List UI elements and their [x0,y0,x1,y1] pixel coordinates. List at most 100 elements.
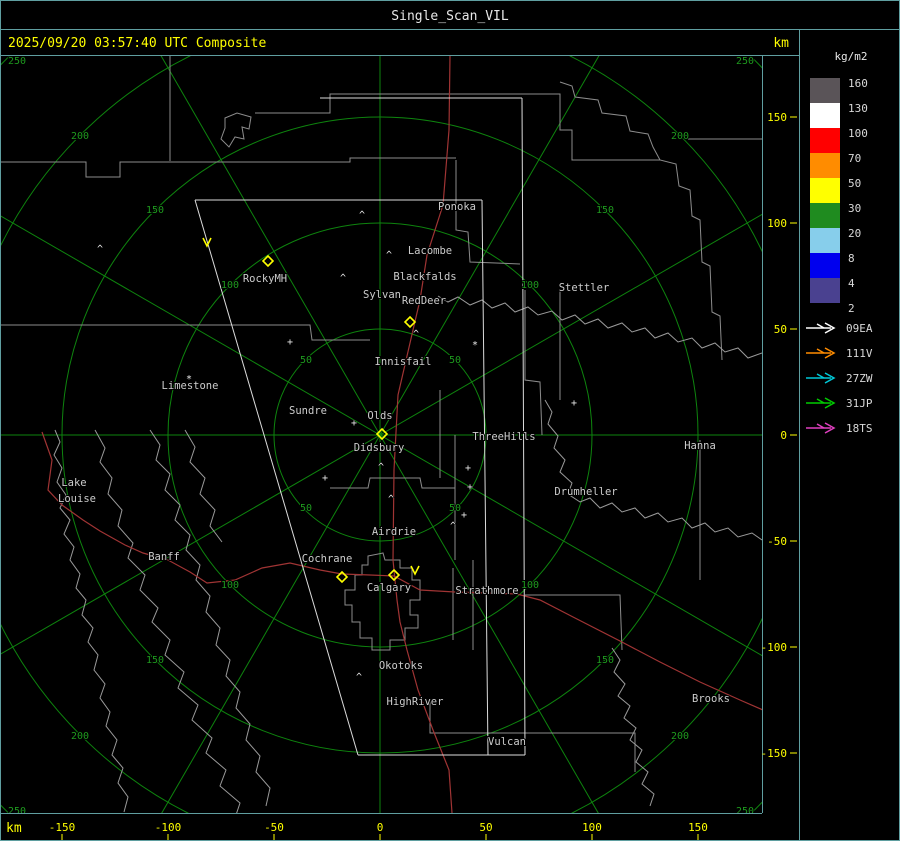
page-title: Single_Scan_VIL [391,9,509,24]
legend-swatch [810,78,840,103]
legend-swatch [810,153,840,178]
bottom-distance-axis: -150 -100 -50 0 50 100 150 [49,821,708,840]
legend-value-label: 100 [848,127,868,140]
scan-timestamp: 2025/09/20 03:57:40 UTC Composite [8,36,266,51]
city-label-highriver: HighRiver [387,696,444,708]
plus-marker-icon: + [467,482,473,493]
bottom-axis-tick-label: 50 [479,821,492,834]
right-axis-tick-label: 150 [767,111,787,124]
city-label-didsbury: Didsbury [354,442,405,454]
city-label-vulcan: Vulcan [488,736,526,748]
caret-marker-icon: ^ [340,273,346,284]
range-ring-label: 50 [300,355,312,366]
caret-marker-icon: ^ [359,210,365,221]
city-label-stettler: Stettler [559,282,610,294]
legend-value-label: 8 [848,252,855,265]
range-ring-label: 250 [8,56,26,67]
city-label-drumheller: Drumheller [554,486,617,498]
range-ring-label: 200 [671,131,689,142]
range-ring-label: 200 [671,731,689,742]
range-ring-label: 100 [221,580,239,591]
caret-marker-icon: ^ [378,462,384,473]
range-rings [1,56,762,813]
city-label-lacombe: Lacombe [408,245,452,257]
bottom-axis-tick-label: 150 [688,821,708,834]
city-label-reddeer: RedDeer [402,295,446,307]
right-distance-axis: 150 100 50 0 -50 -100 -150 [761,111,797,760]
city-label-louise: Louise [58,493,96,505]
caret-marker-icon: ^ [97,244,103,255]
site-id-label: 111V [846,347,873,360]
legend-value-label: 20 [848,227,861,240]
caret-marker-icon: ^ [450,521,456,532]
site-id-label: 27ZW [846,372,873,385]
legend-value-label: 30 [848,202,861,215]
site-id-label: 09EA [846,322,873,335]
bottom-axis-tick-label: 100 [582,821,602,834]
color-legend: kg/m2 160 130 100 70 50 30 20 8 4 2 09EA 111V 27ZW 3… [806,50,873,435]
site-id-label: 18TS [846,422,873,435]
right-axis-tick-label: -50 [767,535,787,548]
legend-swatch [810,278,840,303]
city-label-olds: Olds [367,410,392,422]
bottom-axis-unit: km [6,821,22,836]
legend-value-labels: 160 130 100 70 50 30 20 8 4 2 [848,77,868,315]
radar-display-canvas[interactable]: Single_Scan_VIL 2025/09/20 03:57:40 UTC … [0,0,900,841]
legend-value-label: 4 [848,277,855,290]
range-ring-label: 150 [596,205,614,216]
city-label-lake: Lake [61,477,86,489]
legend-value-label: 2 [848,302,855,315]
azimuth-radials [1,56,762,813]
plus-marker-icon: + [465,463,471,474]
legend-value-label: 130 [848,102,868,115]
plus-marker-icon: + [287,337,293,348]
legend-color-swatches [810,78,840,303]
city-label-innisfail: Innisfail [375,356,432,368]
range-ring-label: 250 [8,806,26,817]
legend-swatch [810,178,840,203]
range-ring-label: 150 [146,205,164,216]
caret-marker-icon: ^ [356,672,362,683]
city-label-brooks: Brooks [692,693,730,705]
caret-marker-icon: ^ [386,250,392,261]
range-ring-label: 250 [736,56,754,67]
city-label-banff: Banff [148,551,180,563]
plus-marker-icon: + [461,510,467,521]
window-frames [0,0,900,841]
point-markers: +++++++^^^^^^^^^** [96,210,577,684]
city-label-threehills: ThreeHills [472,431,535,443]
legend-swatch [810,253,840,278]
city-label-cochrane: Cochrane [302,553,353,565]
city-label-rockymh: RockyMH [243,273,287,285]
city-label-limestone: Limestone [162,380,219,392]
city-label-ponoka: Ponoka [438,201,476,213]
range-ring-label: 50 [300,503,312,514]
bottom-axis-tick-label: -100 [155,821,182,834]
range-ring-label: 100 [521,280,539,291]
range-ring-label: 200 [71,731,89,742]
range-ring-label: 100 [221,280,239,291]
legend-value-label: 70 [848,152,861,165]
top-axis-unit: km [773,36,789,51]
right-axis-tick-label: -100 [761,641,788,654]
range-ring [1,56,762,813]
range-ring-label: 50 [449,355,461,366]
bottom-axis-tick-label: -50 [264,821,284,834]
city-label-sundre: Sundre [289,405,327,417]
range-ring-label: 150 [146,655,164,666]
city-label-sylvan: Sylvan [363,289,401,301]
radar-site-arrow-legend: 09EA 111V 27ZW 31JP 18TS [806,322,873,435]
site-id-label: 31JP [846,397,873,410]
legend-swatch [810,128,840,153]
legend-value-label: 50 [848,177,861,190]
right-axis-tick-label: 0 [780,429,787,442]
city-label-airdrie: Airdrie [372,526,416,538]
caret-marker-icon: ^ [413,329,419,340]
city-label-strathmore: Strathmore [455,585,518,597]
plus-marker-icon: + [571,398,577,409]
city-label-blackfalds: Blackfalds [393,271,456,283]
legend-unit-label: kg/m2 [834,50,867,63]
asterisk-marker-icon: * [472,340,478,351]
range-ring-label: 250 [736,806,754,817]
city-label-okotoks: Okotoks [379,660,423,672]
